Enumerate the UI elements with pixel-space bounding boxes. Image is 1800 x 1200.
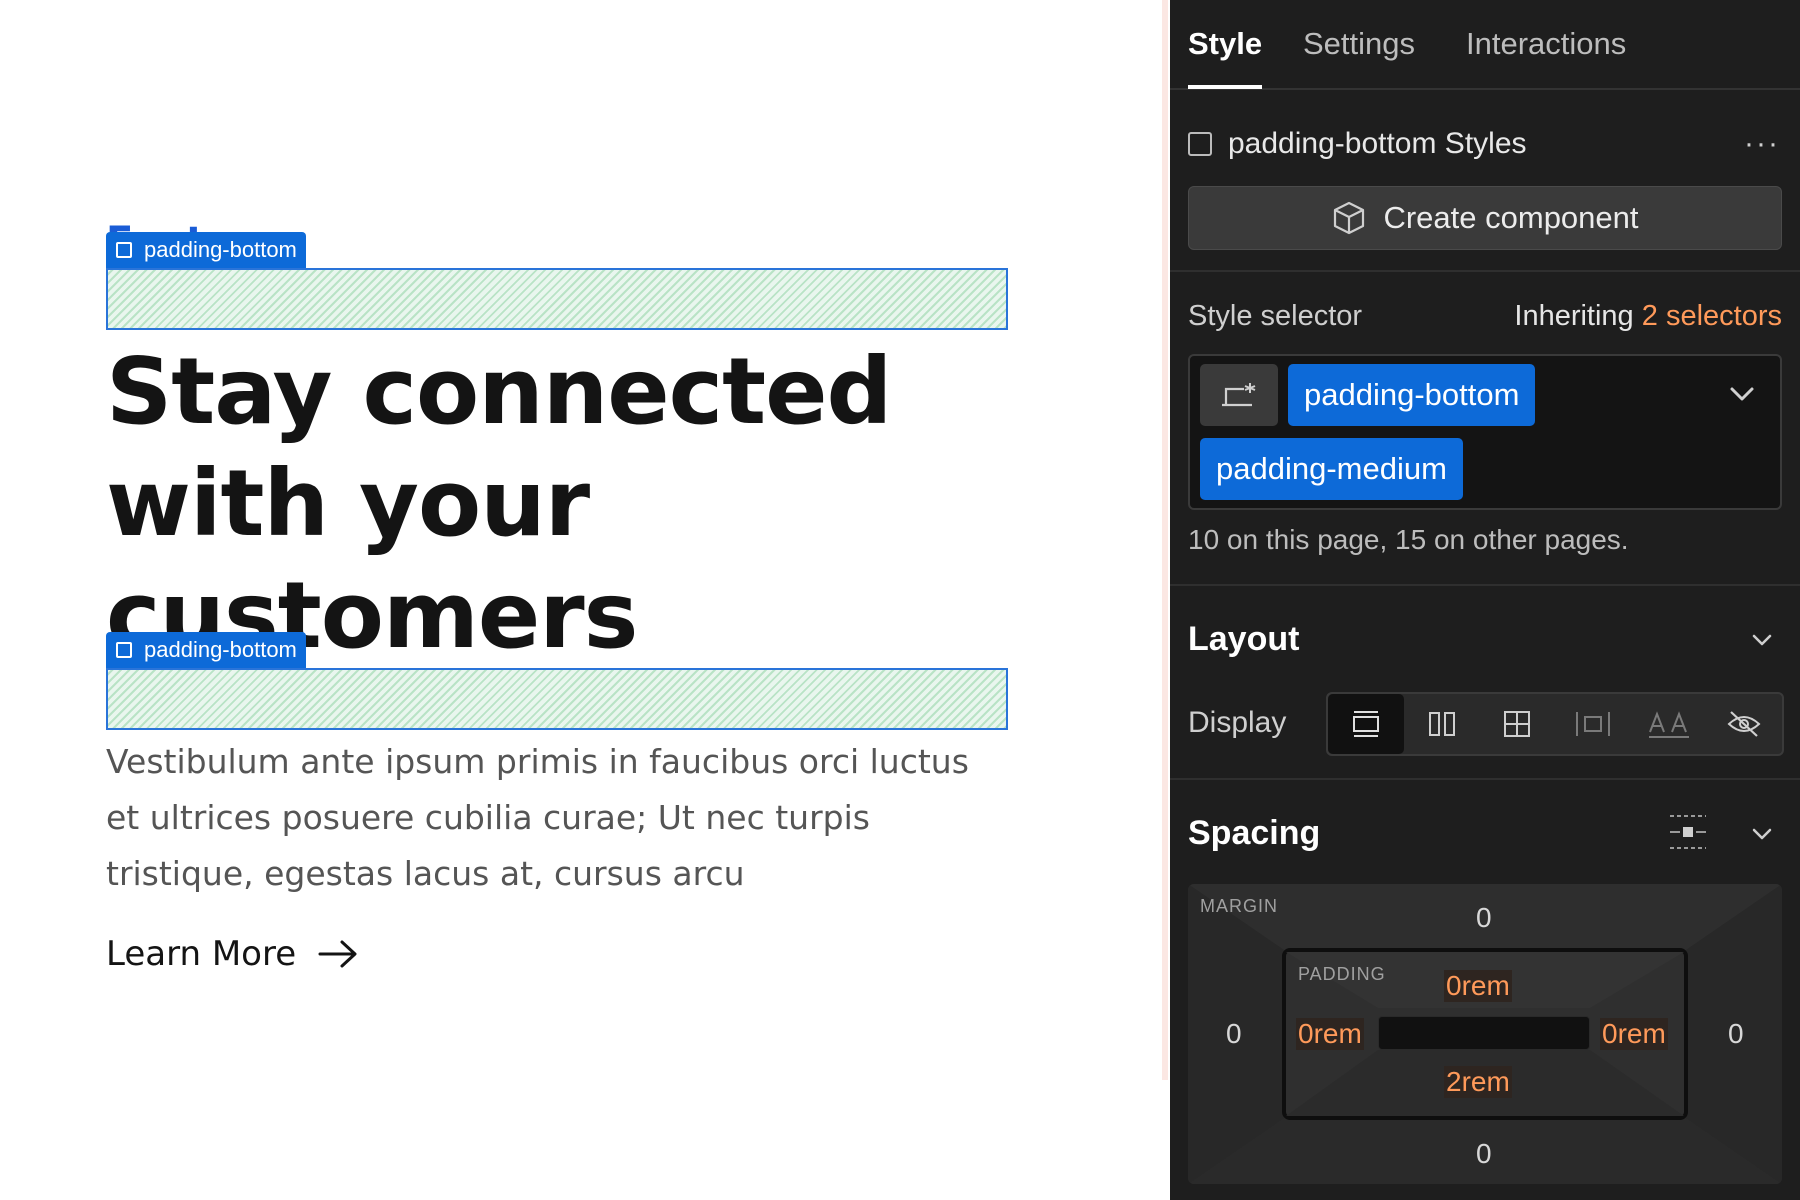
- create-component-button[interactable]: Create component: [1188, 186, 1782, 250]
- display-inline-text-icon: [1648, 711, 1689, 738]
- tab-style[interactable]: Style: [1188, 26, 1262, 62]
- display-inline-button[interactable]: [1631, 694, 1707, 754]
- style-selector-header: Style selector Inheriting 2 selectors: [1188, 300, 1782, 340]
- chevron-down-icon[interactable]: [1750, 826, 1774, 842]
- create-component-label: Create component: [1383, 200, 1639, 235]
- divider: [1170, 270, 1800, 272]
- margin-label: MARGIN: [1200, 896, 1278, 916]
- display-inline-block-button[interactable]: [1555, 694, 1631, 754]
- display-block-icon: [1352, 711, 1379, 737]
- component-row: padding-bottom Styles ···: [1188, 126, 1780, 162]
- hero-paragraph: Vestibulum ante ipsum primis in faucibus…: [106, 742, 969, 893]
- badge-label: padding-bottom: [144, 237, 297, 262]
- padding-bottom-area-bottom[interactable]: [106, 668, 1008, 730]
- display-grid-icon: [1504, 711, 1531, 737]
- chevron-down-icon[interactable]: [1728, 384, 1756, 404]
- padding-bottom-area-top[interactable]: [106, 268, 1008, 330]
- panel-tabs: Style Settings Interactions: [1170, 0, 1800, 90]
- padding-right-value[interactable]: 0rem: [1600, 1018, 1668, 1050]
- component-square-icon: [116, 242, 132, 258]
- canvas-edge: [1162, 0, 1168, 1080]
- component-title: padding-bottom Styles: [1228, 127, 1527, 160]
- component-square-icon: [116, 642, 132, 658]
- style-selector-label: Style selector: [1188, 300, 1363, 332]
- padding-bottom-value[interactable]: 2rem: [1444, 1066, 1512, 1098]
- display-none-button[interactable]: [1706, 694, 1782, 754]
- selected-element-badge-top[interactable]: padding-bottom: [106, 232, 306, 268]
- cube-icon: [1334, 201, 1365, 235]
- display-flex-icon: [1428, 712, 1455, 736]
- active-tab-indicator: [1188, 85, 1262, 89]
- margin-top-value[interactable]: 0: [1476, 902, 1492, 934]
- padding-label: PADDING: [1298, 964, 1386, 984]
- design-canvas[interactable]: Feat padding-bottom Stay connected with …: [0, 0, 1170, 1200]
- divider: [1170, 584, 1800, 586]
- margin-right-value[interactable]: 0: [1728, 1018, 1744, 1050]
- display-inline-block-icon: [1575, 712, 1610, 736]
- component-square-icon: [1188, 132, 1212, 156]
- selector-chip-padding-bottom[interactable]: padding-bottom: [1288, 364, 1536, 426]
- selector-chip-padding-medium[interactable]: padding-medium: [1200, 438, 1463, 500]
- spacing-section-title[interactable]: Spacing: [1188, 814, 1320, 853]
- inheriting-info[interactable]: Inheriting 2 selectors: [1514, 300, 1782, 340]
- padding-left-value[interactable]: 0rem: [1296, 1018, 1364, 1050]
- style-selector-field[interactable]: padding-bottom padding-medium: [1188, 354, 1782, 510]
- style-panel: Style Settings Interactions padding-bott…: [1170, 0, 1800, 1200]
- layout-section-title[interactable]: Layout: [1188, 620, 1299, 659]
- eye-off-icon: [1727, 711, 1761, 737]
- spacing-box-model: MARGIN 0 0 0 0 PADDING 0rem 0rem 0rem 2r…: [1188, 884, 1782, 1184]
- inheriting-prefix: Inheriting: [1514, 300, 1634, 332]
- display-block-button[interactable]: [1328, 694, 1404, 754]
- selector-usage-text: 10 on this page, 15 on other pages.: [1188, 524, 1629, 555]
- badge-label: padding-bottom: [144, 637, 297, 662]
- tab-settings[interactable]: Settings: [1303, 26, 1415, 62]
- hero-heading: Stay connected with your customers: [106, 338, 892, 669]
- selector-state-button[interactable]: [1200, 364, 1278, 426]
- content-box: [1378, 1016, 1590, 1050]
- display-flex-button[interactable]: [1404, 694, 1480, 754]
- tab-interactions[interactable]: Interactions: [1466, 26, 1626, 62]
- learn-more-link[interactable]: Learn More: [106, 934, 358, 974]
- display-grid-button[interactable]: [1479, 694, 1555, 754]
- margin-left-value[interactable]: 0: [1226, 1018, 1242, 1050]
- chevron-down-icon[interactable]: [1750, 632, 1774, 648]
- class-selector-icon: [1222, 383, 1256, 407]
- more-options-icon[interactable]: ···: [1744, 127, 1780, 161]
- inheriting-count[interactable]: 2 selectors: [1642, 300, 1782, 332]
- selected-element-badge-bottom[interactable]: padding-bottom: [106, 632, 306, 668]
- divider: [1170, 778, 1800, 780]
- margin-bottom-value[interactable]: 0: [1476, 1138, 1492, 1170]
- display-options: [1326, 692, 1784, 756]
- arrow-right-icon: [318, 940, 357, 968]
- display-label: Display: [1188, 706, 1287, 739]
- spacing-lock-icon[interactable]: [1666, 812, 1710, 852]
- padding-top-value[interactable]: 0rem: [1444, 970, 1512, 1002]
- learn-more-label: Learn More: [106, 934, 297, 974]
